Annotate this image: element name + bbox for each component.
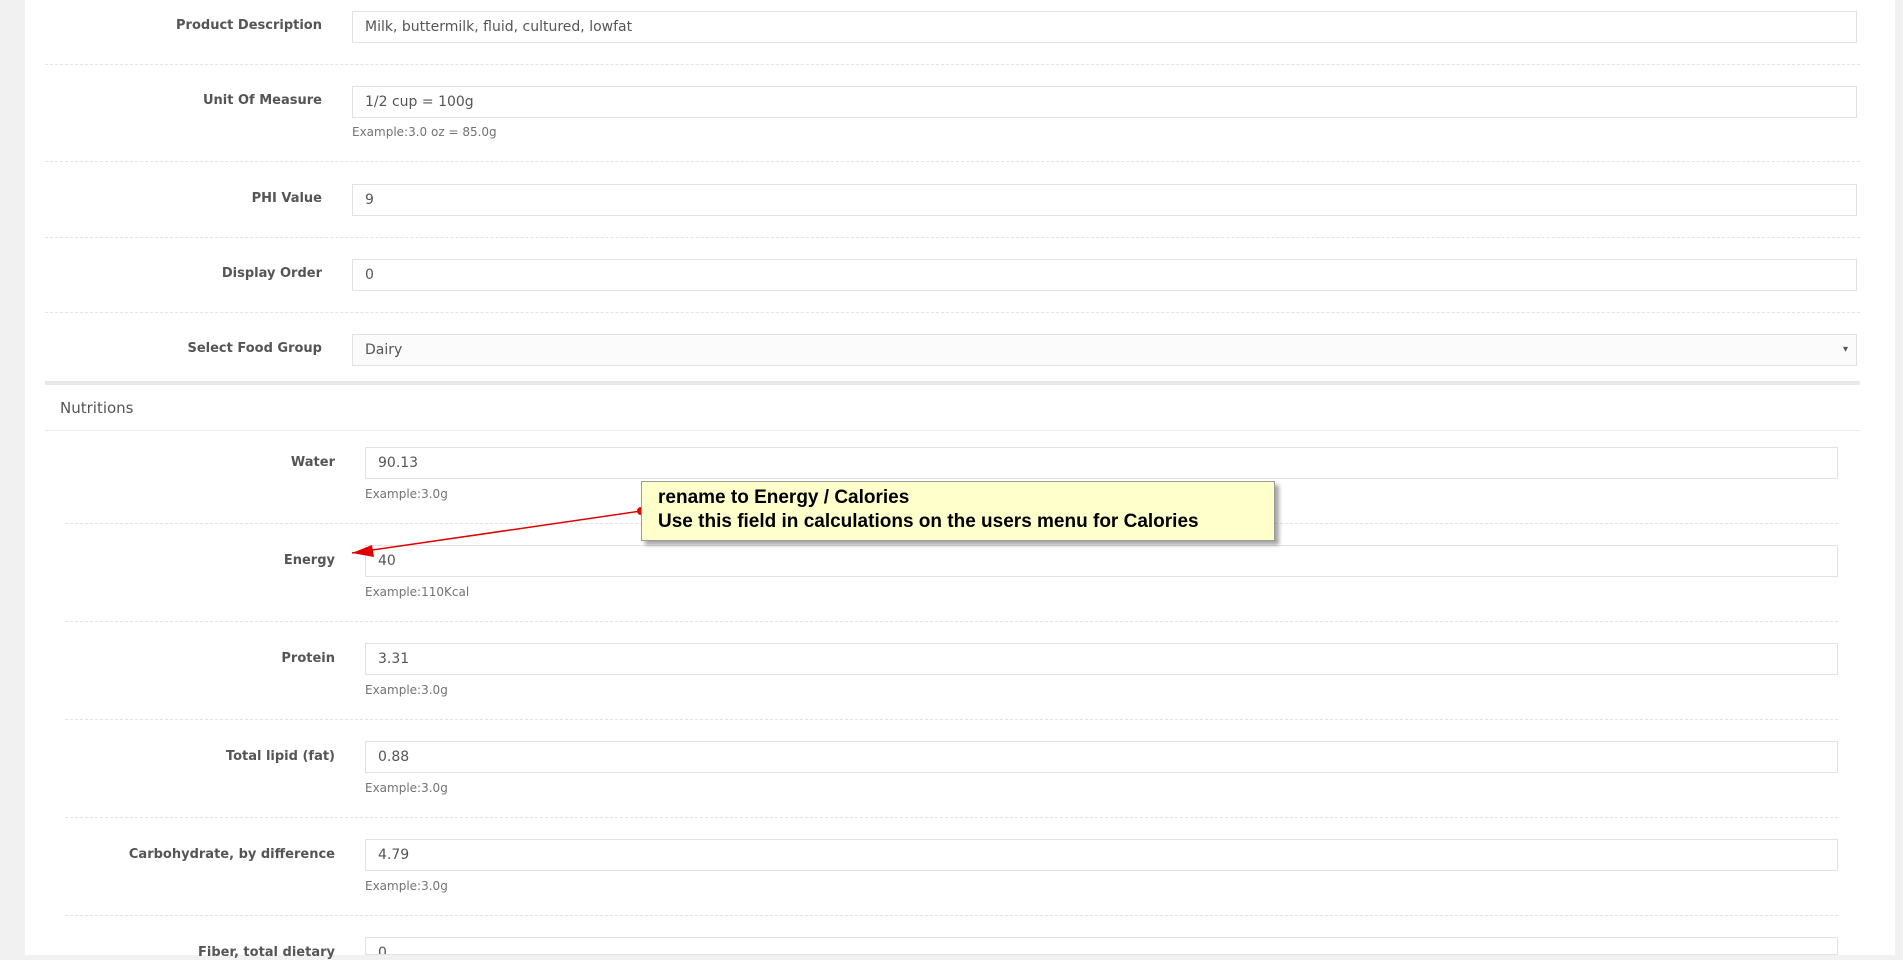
arrow-head xyxy=(352,545,374,557)
annotation-callout: rename to Energy / Calories Use this fie… xyxy=(641,481,1275,541)
annotation-line-2: Use this field in calculations on the us… xyxy=(658,511,1199,532)
annotation-arrow xyxy=(351,507,645,557)
annotation-line-1: rename to Energy / Calories xyxy=(658,487,910,508)
arrow-line xyxy=(351,510,642,554)
